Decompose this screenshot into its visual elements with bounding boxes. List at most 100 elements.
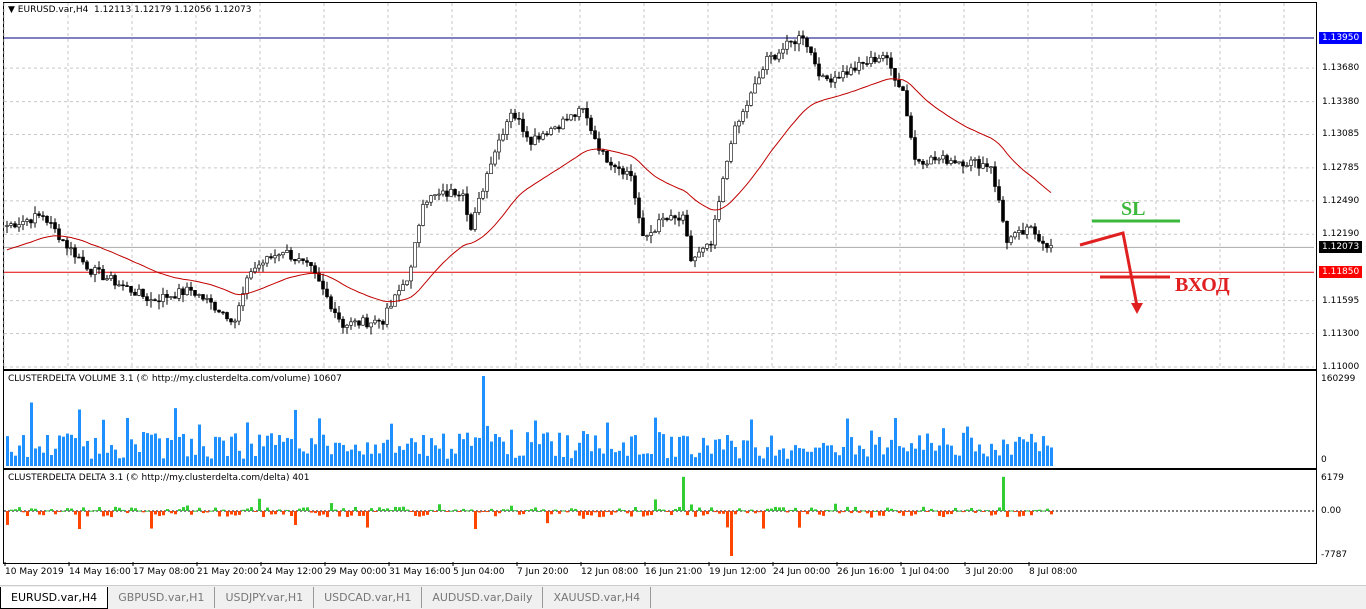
volume-bar (14, 455, 17, 466)
dropdown-arrow-icon[interactable]: ▼ (8, 5, 15, 15)
volume-bar (258, 434, 261, 466)
volume-title: CLUSTERDELTA VOLUME 3.1 (© http://my.clu… (8, 374, 342, 384)
candle-body (701, 248, 705, 253)
volume-bar (394, 452, 397, 466)
tab-usdjpy[interactable]: USDJPY.var,H1 (215, 587, 315, 608)
delta-bar (910, 511, 913, 516)
candle-body (889, 57, 893, 69)
moving-average-line (6, 78, 1052, 303)
delta-bar (322, 511, 325, 515)
volume-bar (1030, 433, 1033, 466)
delta-bar (74, 511, 77, 515)
delta-bar (390, 510, 393, 512)
volume-bar (6, 436, 9, 466)
tab-audusd[interactable]: AUDUSD.var,Daily (422, 587, 544, 608)
delta-max-label: 6179 (1321, 473, 1344, 483)
delta-bar (950, 511, 953, 515)
delta-bar (498, 511, 501, 514)
candle-body (749, 92, 753, 106)
tab-gbpusd[interactable]: GBPUSD.var,H1 (108, 587, 216, 608)
delta-bar (270, 511, 273, 515)
candle-body (117, 284, 121, 287)
candle-body (921, 160, 925, 165)
delta-bar (626, 511, 629, 514)
delta-bar (818, 511, 821, 515)
volume-bar (622, 442, 625, 466)
candle-body (377, 319, 381, 322)
volume-bar (666, 458, 669, 466)
volume-bar (482, 376, 485, 466)
delta-bar (114, 506, 117, 511)
volume-bar (658, 432, 661, 466)
volume-bar (1018, 436, 1021, 466)
volume-bar (142, 432, 145, 466)
delta-bar (1050, 511, 1053, 515)
volume-bar (438, 448, 441, 466)
volume-bar (1050, 447, 1053, 466)
candle-body (385, 307, 389, 325)
volume-bar (746, 440, 749, 466)
volume-bar (350, 449, 353, 466)
delta-bar (870, 511, 873, 518)
volume-bar (94, 438, 97, 466)
candle-body (989, 166, 993, 168)
volume-bar (214, 436, 217, 466)
candle-body (493, 151, 497, 165)
delta-bar (926, 511, 929, 512)
delta-bar (106, 511, 109, 516)
volume-bar (874, 444, 877, 466)
volume-bar (750, 419, 753, 466)
candle-body (653, 231, 657, 233)
candle-body (725, 160, 729, 179)
candle-body (489, 163, 493, 174)
delta-bar (834, 503, 837, 511)
volume-bar (598, 448, 601, 466)
volume-bar (782, 448, 785, 466)
delta-bar (250, 507, 253, 511)
volume-bar (970, 437, 973, 466)
candle-body (821, 75, 825, 78)
candle-body (729, 143, 733, 162)
delta-bar (750, 509, 753, 511)
delta-bar (1042, 510, 1045, 512)
tab-xauusd[interactable]: XAUUSD.var,H4 (543, 587, 652, 608)
delta-bar (846, 506, 849, 511)
delta-bar (30, 508, 33, 511)
volume-bar (70, 434, 73, 466)
delta-bar (894, 510, 897, 512)
candle-body (113, 275, 117, 286)
delta-bar (822, 511, 825, 516)
candle-body (165, 294, 169, 298)
candle-body (1025, 226, 1029, 235)
volume-bar (202, 446, 205, 466)
delta-bar (1030, 511, 1033, 516)
volume-bar (742, 440, 745, 466)
delta-bar (78, 511, 81, 530)
delta-bar (838, 511, 841, 514)
delta-bar (638, 510, 641, 512)
candle-body (609, 161, 613, 166)
tab-eurusd[interactable]: EURUSD.var,H4 (0, 587, 109, 609)
candle-body (945, 155, 949, 164)
tab-usdcad[interactable]: USDCAD.var,H1 (314, 587, 423, 608)
volume-bar (486, 425, 489, 466)
volume-bar (774, 455, 777, 466)
volume-bar (22, 435, 25, 466)
volume-bar (10, 451, 13, 466)
volume-bar (642, 453, 645, 466)
volume-bar (370, 453, 373, 466)
candle-body (157, 300, 161, 303)
volume-bar (514, 457, 517, 466)
candle-body (657, 219, 661, 232)
candle-body (685, 214, 689, 237)
candle-body (577, 108, 581, 117)
candle-body (325, 288, 329, 298)
volume-bar (406, 443, 409, 466)
candle-body (773, 54, 777, 60)
delta-bar (346, 511, 349, 517)
delta-bar (386, 508, 389, 511)
delta-bar (358, 511, 361, 516)
volume-bar (290, 439, 293, 466)
volume-bar (646, 453, 649, 466)
volume-bar (606, 422, 609, 466)
